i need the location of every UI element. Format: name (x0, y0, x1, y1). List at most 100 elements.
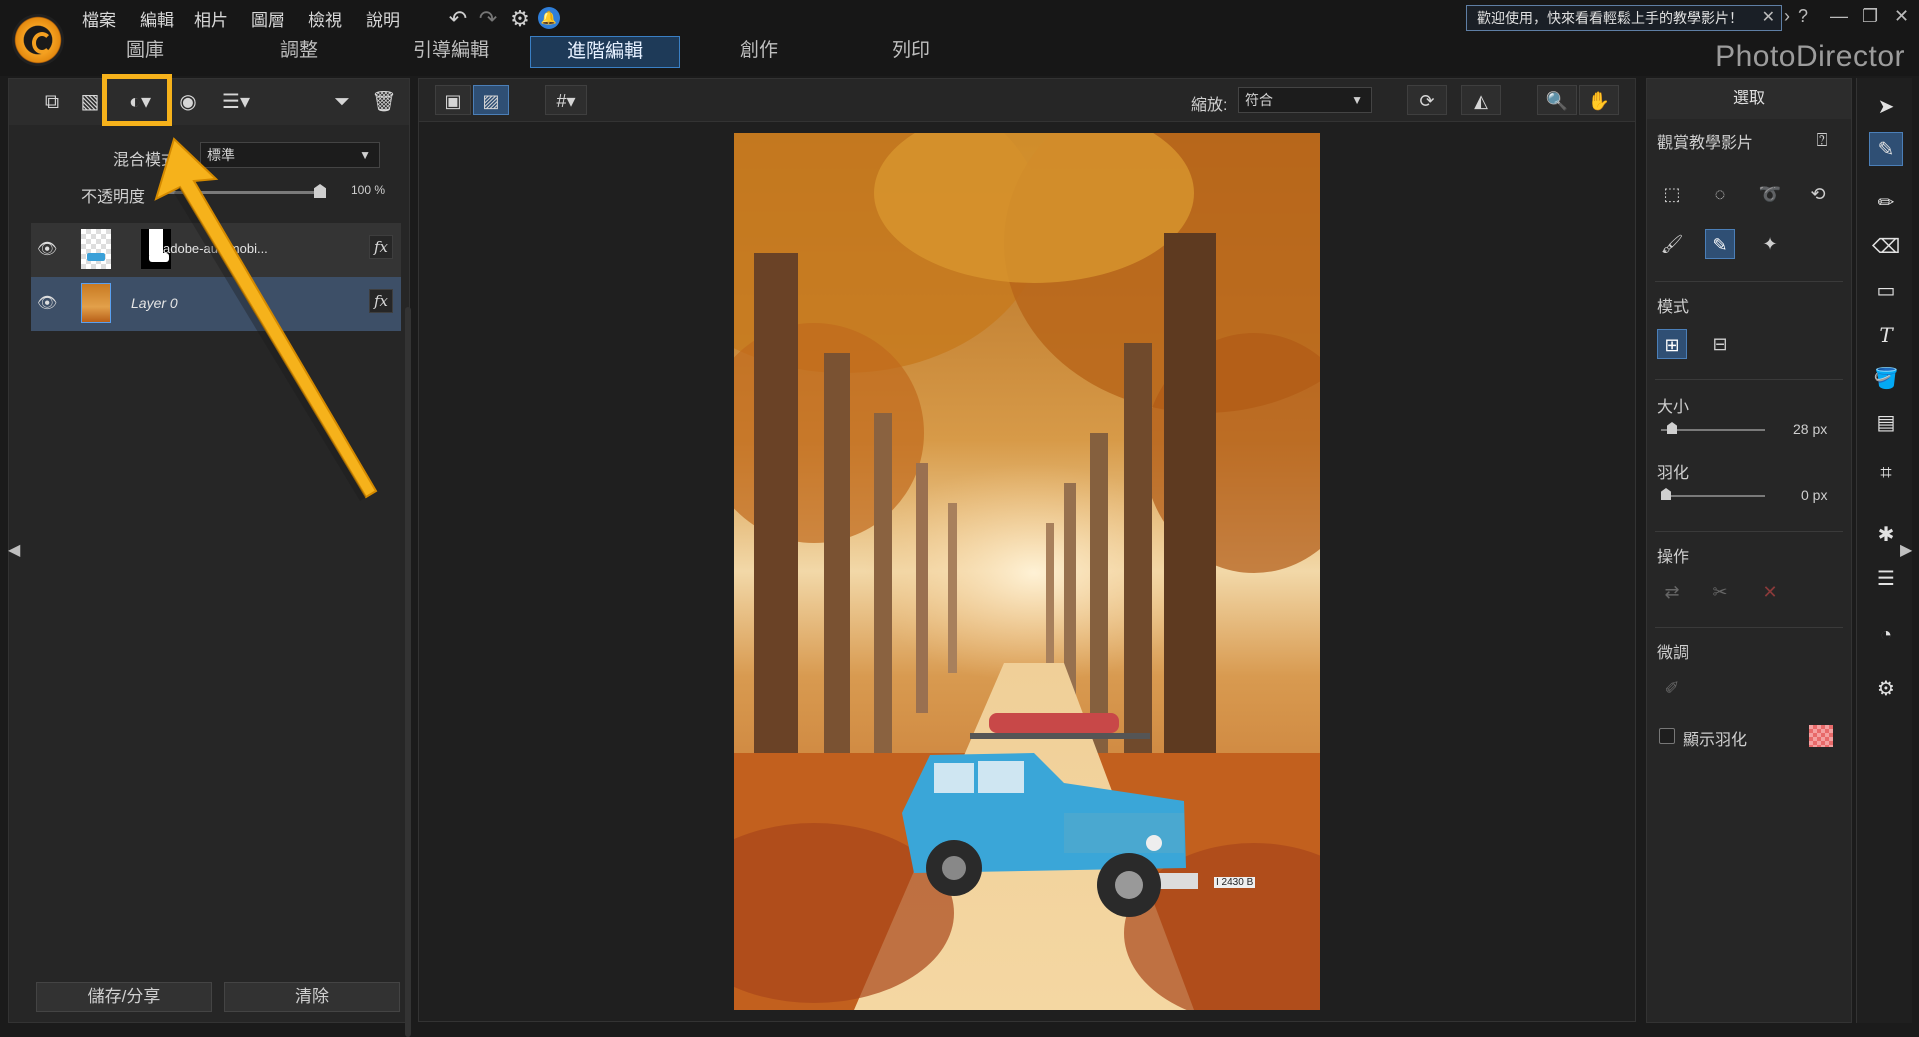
tab-advanced-edit[interactable]: 進階編輯 (530, 36, 680, 68)
help-icon[interactable]: ? (1798, 6, 1808, 27)
delete-selection-icon[interactable]: ✕ (1755, 577, 1785, 607)
selection-tool-icon[interactable]: ✎ (1869, 132, 1903, 166)
flip-icon[interactable]: ◭ (1461, 85, 1501, 115)
tab-guided-edit[interactable]: 引導編輯 (376, 36, 526, 68)
smart-brush-icon[interactable]: ✎ (1705, 229, 1735, 259)
tab-create[interactable]: 創作 (684, 36, 834, 68)
grid-icon[interactable]: #▾ (545, 85, 587, 115)
subtract-selection-icon[interactable]: ⊟ (1705, 329, 1735, 359)
collapse-right-icon[interactable]: ▶ (1900, 540, 1912, 560)
pencil-icon[interactable]: ✏ (1869, 186, 1903, 220)
collapse-left-icon[interactable]: ◀ (8, 540, 20, 560)
divider (1655, 531, 1843, 532)
refine-label: 微調 (1657, 645, 1690, 662)
menu-help[interactable]: 說明 (366, 6, 400, 31)
menu-layer[interactable]: 圖層 (251, 6, 285, 31)
tab-adjust[interactable]: 調整 (224, 36, 374, 68)
redo-icon[interactable]: ↷ (474, 5, 502, 33)
mode-label: 模式 (1657, 299, 1690, 316)
magic-wand-icon[interactable]: ✦ (1755, 229, 1785, 259)
show-feather-label: 顯示羽化 (1683, 732, 1748, 749)
chevron-down-icon: ▼ (1351, 93, 1363, 107)
text-tool-icon[interactable]: T (1869, 318, 1903, 352)
feather-slider-track[interactable] (1661, 495, 1765, 497)
cut-selection-icon[interactable]: ✂ (1705, 577, 1735, 607)
settings-gear-icon[interactable]: ⚙ (506, 5, 534, 33)
show-feather-checkbox[interactable] (1659, 728, 1675, 744)
layer-thumbnail (81, 283, 111, 323)
layers-toolbar: ⧉ ▧ ◐▾ ◉ ☰▾ ⏷ 🗑 (9, 79, 409, 125)
close-icon[interactable]: ✕ (1894, 6, 1909, 27)
zoom-select[interactable]: 符合 ▼ (1238, 87, 1372, 113)
menu-file[interactable]: 檔案 (82, 6, 116, 31)
app-logo[interactable] (12, 14, 64, 66)
layer-mask-icon[interactable]: ◉ (173, 87, 203, 117)
zoom-label: 縮放: (1191, 97, 1228, 114)
trash-icon[interactable]: 🗑 (369, 87, 399, 117)
tutorial-link[interactable]: 觀賞教學影片 (1657, 129, 1753, 153)
tab-library[interactable]: 圖庫 (70, 36, 220, 68)
welcome-banner[interactable]: 歡迎使用，快來看看輕鬆上手的教學影片！ ✕ (1466, 5, 1782, 31)
gradient-icon[interactable]: ▤ (1869, 406, 1903, 440)
rotate-icon[interactable]: ⟳ (1407, 85, 1447, 115)
title-bar: 檔案 編輯 相片 圖層 檢視 說明 ↶ ↷ ⚙ 🔔 圖庫 調整 引導編輯 進階編… (0, 0, 1919, 76)
eraser-icon[interactable]: ⌫ (1869, 230, 1903, 264)
restore-icon[interactable]: ❐ (1862, 6, 1878, 27)
add-selection-icon[interactable]: ⊞ (1657, 329, 1687, 359)
lasso-icon[interactable]: ➰ (1755, 179, 1785, 209)
feather-label: 羽化 (1657, 465, 1690, 482)
hand-tool-icon[interactable]: ✋ (1579, 85, 1619, 115)
chevron-right-icon[interactable]: › (1784, 6, 1790, 27)
color-wheel-icon[interactable]: ◔ (1869, 618, 1903, 652)
undo-icon[interactable]: ↶ (444, 5, 472, 33)
highlight-box (102, 74, 172, 126)
menu-view[interactable]: 檢視 (308, 6, 342, 31)
layer-thumbnail (81, 229, 111, 269)
eye-icon[interactable]: 👁 (37, 239, 57, 259)
single-view-icon[interactable]: ▨ (473, 85, 509, 115)
compare-view-icon[interactable]: ▣ (435, 85, 471, 115)
layer-options-icon[interactable]: ☰▾ (221, 87, 251, 117)
operation-label: 操作 (1657, 549, 1690, 566)
brand-name: PhotoDirector (1715, 40, 1905, 73)
crop-icon[interactable]: ⌗ (1869, 456, 1903, 490)
menu-edit[interactable]: 編輯 (140, 6, 174, 31)
adjustment-sliders-icon[interactable]: ☰ (1869, 562, 1903, 596)
save-share-button[interactable]: 儲存/分享 (36, 982, 212, 1012)
refine-edge-icon[interactable]: ✐ (1657, 673, 1687, 703)
settings-icon[interactable]: ⚙ (1869, 672, 1903, 706)
tutorial-video-icon[interactable]: ⍰ (1807, 125, 1837, 155)
new-layer-icon[interactable]: ⧉ (37, 87, 67, 117)
layers-scrollbar[interactable] (405, 307, 411, 1037)
menu-photo[interactable]: 相片 (194, 6, 228, 31)
tab-print[interactable]: 列印 (836, 36, 986, 68)
brush-selection-icon[interactable]: 🖌 (1657, 229, 1687, 259)
canvas-toolbar: ▣ ▨ #▾ 縮放: ⟳ ◭ 🔍 ✋ (418, 78, 1636, 122)
eye-icon[interactable]: 👁 (37, 293, 57, 313)
size-slider-thumb[interactable] (1667, 422, 1677, 434)
invert-selection-icon[interactable]: ⇄ (1657, 577, 1687, 607)
magic-fix-icon[interactable]: ✱ (1869, 518, 1903, 552)
filter-icon[interactable]: ⏷ (327, 87, 357, 117)
selection-panel: 選取 觀賞教學影片 ⍰ ⬚ ◌ ➰ ⟲ 🖌 ✎ ✦ 模式 ⊞ ⊟ 大小 28 p… (1646, 78, 1852, 1023)
close-welcome-icon[interactable]: ✕ (1762, 6, 1775, 30)
zoom-value: 符合 (1245, 92, 1273, 108)
feather-slider-thumb[interactable] (1661, 488, 1671, 500)
annotation-arrow (154, 137, 378, 501)
size-label: 大小 (1657, 399, 1690, 416)
license-plate: I 2430 B (1214, 877, 1256, 888)
feather-color-swatch[interactable] (1809, 725, 1833, 747)
notification-bell-icon[interactable]: 🔔 (538, 7, 560, 29)
minimize-icon[interactable]: — (1830, 6, 1848, 27)
paint-bucket-icon[interactable]: 🪣 (1869, 362, 1903, 396)
rect-marquee-icon[interactable]: ⬚ (1657, 179, 1687, 209)
welcome-text: 歡迎使用，快來看看輕鬆上手的教學影片！ (1477, 10, 1743, 26)
pointer-icon[interactable]: ➤ (1869, 90, 1903, 124)
add-image-layer-icon[interactable]: ▧ (75, 87, 105, 117)
clear-button[interactable]: 清除 (224, 982, 400, 1012)
shape-rectangle-icon[interactable]: ▭ (1869, 274, 1903, 308)
zoom-tool-icon[interactable]: 🔍 (1537, 85, 1577, 115)
polygon-lasso-icon[interactable]: ⟲ (1803, 179, 1833, 209)
ellipse-marquee-icon[interactable]: ◌ (1705, 179, 1735, 209)
size-value: 28 px (1793, 421, 1828, 437)
